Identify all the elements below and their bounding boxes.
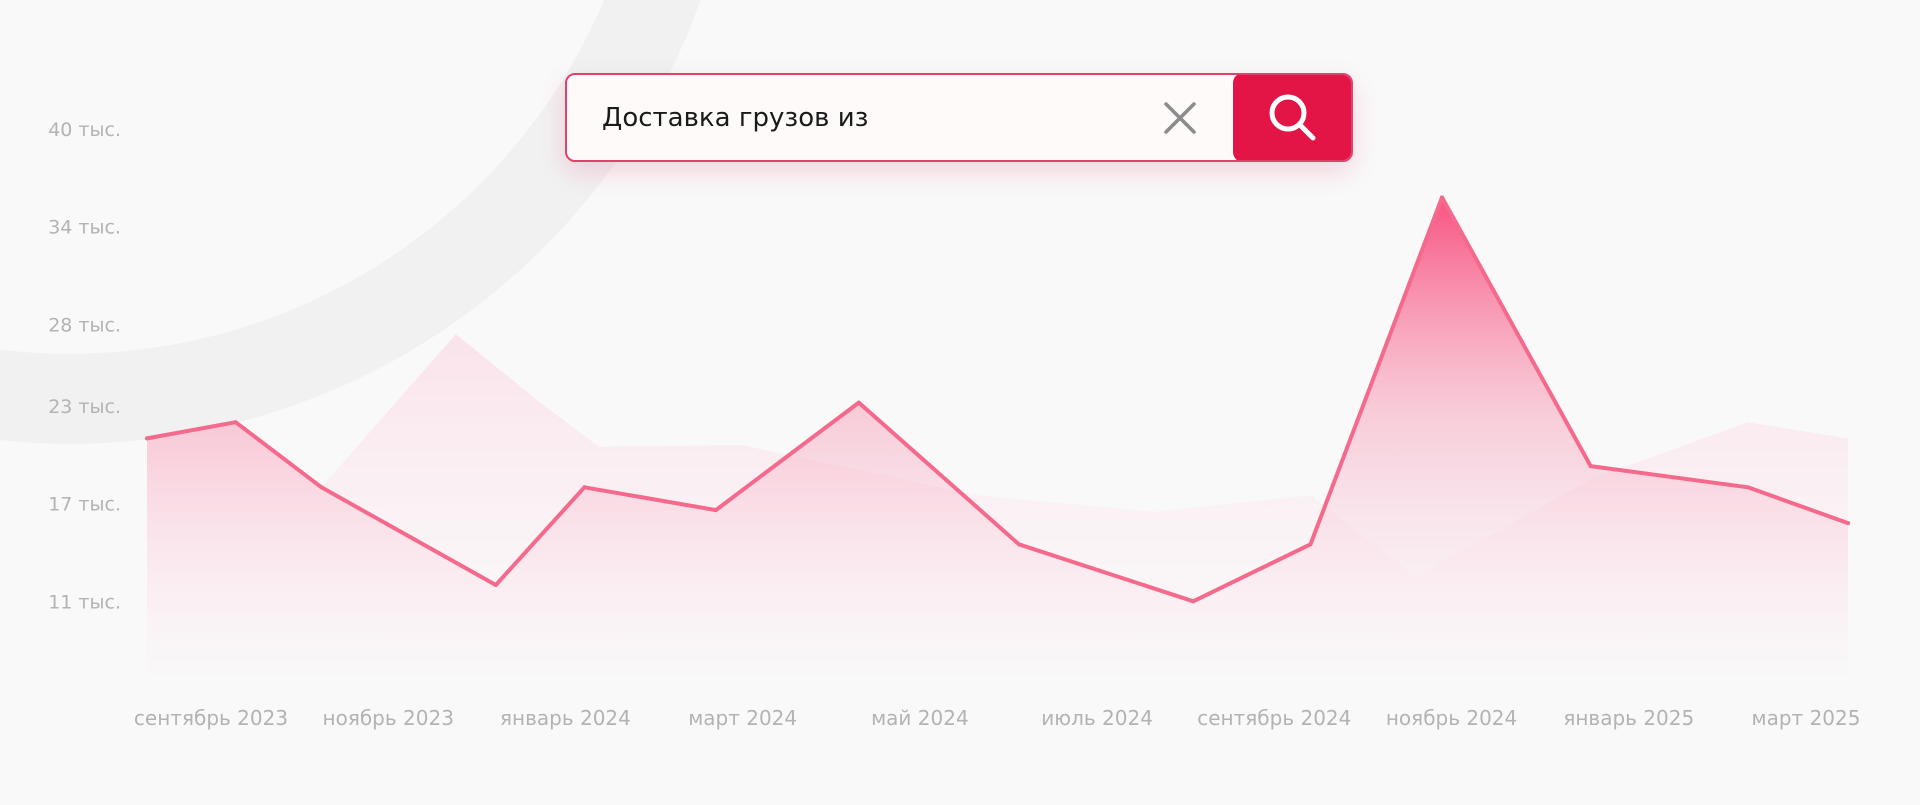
x-tick-label: ноябрь 2024 [1386, 706, 1517, 730]
x-tick-label: июль 2024 [1041, 706, 1153, 730]
search-input[interactable] [567, 75, 1153, 160]
x-tick-label: январь 2025 [1563, 706, 1694, 730]
data-point [493, 583, 498, 587]
x-axis-ticks: сентябрь 2023 ноябрь 2023 январь 2024 март … [134, 706, 1861, 730]
x-tick-label: январь 2024 [500, 706, 631, 730]
data-point [713, 508, 718, 513]
y-tick-label: 40 тыс. [48, 119, 121, 141]
y-tick-label: 23 тыс. [48, 396, 121, 418]
x-tick-label: май 2024 [871, 706, 969, 730]
data-point [856, 400, 861, 405]
data-point [1016, 542, 1021, 547]
data-point [1308, 542, 1313, 547]
chart-stage: 40 тыс. 34 тыс. 28 тыс. 23 тыс. 17 тыс. 11 ты… [0, 0, 1920, 805]
x-tick-label: сентябрь 2023 [134, 706, 288, 730]
search-button[interactable] [1233, 75, 1351, 160]
close-icon [1164, 101, 1196, 134]
data-point [319, 485, 324, 490]
x-tick-label: март 2024 [688, 706, 797, 730]
y-tick-label: 28 тыс. [48, 314, 121, 336]
background-arc [0, 0, 701, 444]
data-point [1745, 485, 1750, 490]
data-point [1846, 521, 1850, 526]
y-tick-label: 34 тыс. [48, 217, 121, 239]
data-point [145, 436, 149, 441]
clear-button[interactable] [1153, 91, 1207, 145]
data-point [582, 485, 587, 490]
x-tick-label: сентябрь 2024 [1197, 706, 1351, 730]
x-tick-label: ноябрь 2023 [323, 706, 454, 730]
data-point [1440, 195, 1444, 200]
search-bar [565, 73, 1353, 162]
x-tick-label: март 2025 [1752, 706, 1861, 730]
data-point [1191, 599, 1196, 604]
data-point [233, 420, 238, 425]
y-tick-label: 17 тыс. [48, 494, 121, 516]
search-icon [1269, 94, 1316, 140]
y-tick-label: 11 тыс. [48, 591, 121, 613]
data-point [1588, 464, 1593, 469]
